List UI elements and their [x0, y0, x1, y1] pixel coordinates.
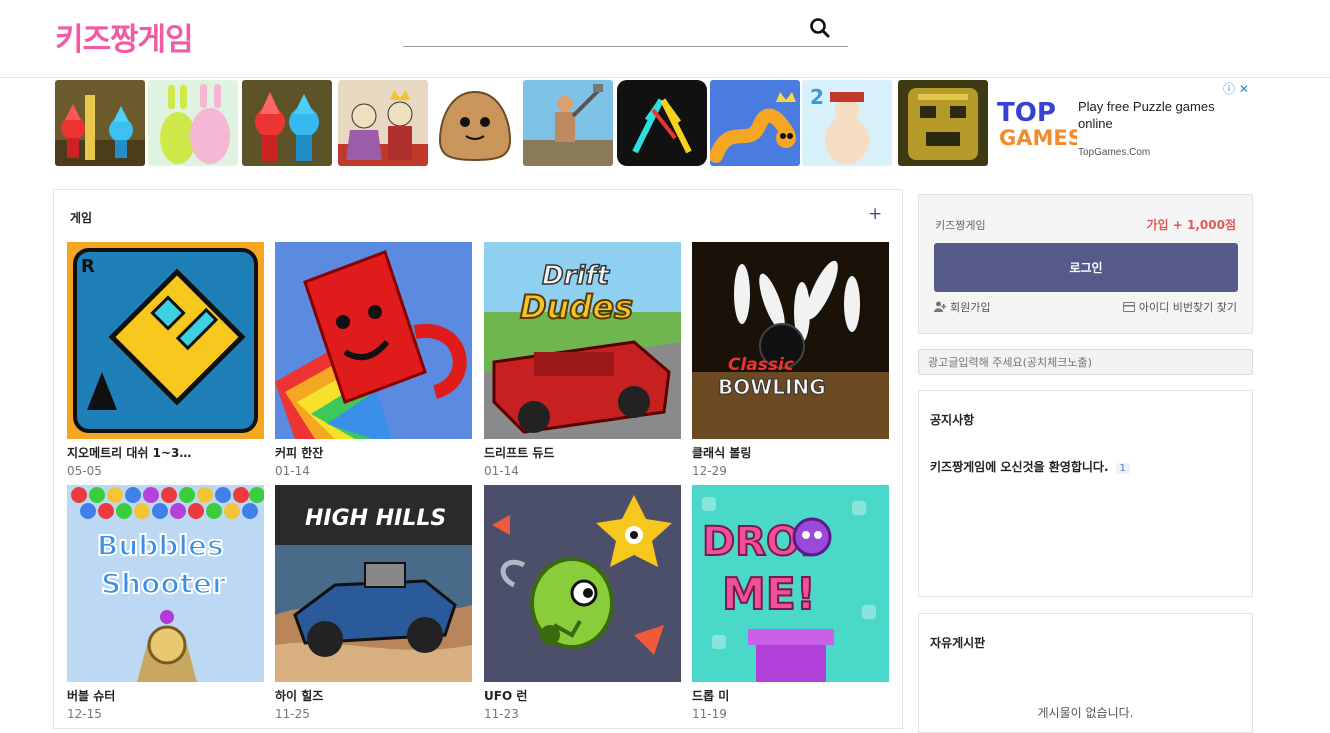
- ad-info-close-icon[interactable]: ⓘ ✕: [1223, 80, 1249, 97]
- login-button[interactable]: 로그인: [934, 243, 1238, 292]
- ad-headline[interactable]: Play free Puzzle games online: [1078, 98, 1248, 132]
- notice-item[interactable]: 키즈짱게임에 오신것을 환영합니다. 1: [930, 458, 1130, 475]
- game-thumbnail-ufo-run[interactable]: [484, 485, 681, 682]
- signup-link[interactable]: 회원가입: [934, 299, 990, 315]
- ad-thumb-draw-2[interactable]: 2: [802, 80, 892, 166]
- game-title[interactable]: UFO 런: [484, 687, 681, 704]
- site-logo[interactable]: 키즈짱게임: [55, 14, 194, 59]
- game-title[interactable]: 지오메트리 대쉬 1~3…: [67, 444, 264, 461]
- search-input[interactable]: [403, 10, 798, 46]
- svg-text:BOWLING: BOWLING: [718, 375, 826, 399]
- game-title[interactable]: 클래식 볼링: [692, 444, 889, 461]
- notice-item-title: 키즈짱게임에 오신것을 환영합니다.: [930, 460, 1109, 474]
- game-card[interactable]: HIGH HILLS 하이 힐즈 11-25: [275, 485, 472, 721]
- ad-text-box: [918, 349, 1253, 375]
- game-date: 11-25: [275, 707, 310, 721]
- search-bar: [403, 10, 848, 47]
- search-icon: [810, 18, 830, 38]
- card-icon: [1122, 301, 1135, 315]
- comment-count-badge: 1: [1115, 463, 1130, 474]
- game-card[interactable]: DROP ME! 드롭 미 11-19: [692, 485, 889, 721]
- games-more-button[interactable]: +: [868, 204, 882, 224]
- game-thumbnail-geometry-dash[interactable]: R: [67, 242, 264, 439]
- game-title[interactable]: 커피 한잔: [275, 444, 472, 461]
- notice-title[interactable]: 공지사항: [930, 411, 974, 428]
- game-thumbnail-high-hills[interactable]: HIGH HILLS: [275, 485, 472, 682]
- game-thumbnail-bubbles-shooter[interactable]: Bubbles Shooter: [67, 485, 264, 682]
- game-card[interactable]: Bubbles Shooter 버블 슈터 12-15: [67, 485, 264, 721]
- games-panel-title: 게임: [70, 211, 93, 225]
- notice-board: 공지사항 키즈짱게임에 오신것을 환영합니다. 1: [918, 390, 1253, 597]
- game-date: 12-29: [692, 464, 727, 478]
- ad-thumb-temple-run[interactable]: [898, 80, 988, 166]
- svg-text:Dudes: Dudes: [520, 288, 633, 326]
- game-card[interactable]: Drift Dudes 드리프트 듀드 01-14: [484, 242, 681, 478]
- ad-thumb-getting-over-it[interactable]: [523, 80, 613, 166]
- game-thumbnail-classic-bowling[interactable]: Classic BOWLING: [692, 242, 889, 439]
- game-thumbnail-coffee-cup[interactable]: [275, 242, 472, 439]
- game-thumbnail-drift-dudes[interactable]: Drift Dudes: [484, 242, 681, 439]
- user-plus-icon: [934, 301, 947, 315]
- free-board-title[interactable]: 자유게시판: [930, 634, 985, 651]
- game-title[interactable]: 드리프트 듀드: [484, 444, 681, 461]
- game-title[interactable]: 하이 힐즈: [275, 687, 472, 704]
- find-account-label: 아이디 비번찾기 찾기: [1138, 301, 1237, 314]
- ad-thumb-stickman[interactable]: [617, 80, 707, 166]
- signup-promo: 가입 + 1,000점: [1146, 218, 1237, 232]
- svg-text:2: 2: [810, 85, 824, 109]
- game-card[interactable]: UFO 런 11-23: [484, 485, 681, 721]
- ad-thumb-fireboy-2[interactable]: [242, 80, 332, 166]
- ad-thumb-pou[interactable]: [430, 80, 520, 166]
- games-panel: 게임 + R 지오메트리 대쉬 1~3… 05-05 커피 한잔 01-14 D…: [53, 189, 903, 729]
- svg-text:Classic: Classic: [728, 355, 794, 375]
- svg-text:ME!: ME!: [722, 569, 816, 620]
- svg-text:Shooter: Shooter: [101, 567, 226, 600]
- game-date: 01-14: [275, 464, 310, 478]
- ad-text-input[interactable]: [919, 350, 1252, 374]
- ad-domain[interactable]: TopGames.Com: [1078, 147, 1150, 158]
- game-date: 01-14: [484, 464, 519, 478]
- free-board: 자유게시판 게시물이 없습니다.: [918, 613, 1253, 733]
- search-button[interactable]: [808, 16, 832, 40]
- game-date: 12-15: [67, 707, 102, 721]
- game-title[interactable]: 버블 슈터: [67, 687, 264, 704]
- login-box: 키즈짱게임 가입 + 1,000점 로그인 회원가입 아이디 비번찾기 찾기: [918, 194, 1253, 334]
- game-card[interactable]: 커피 한잔 01-14: [275, 242, 472, 478]
- game-date: 05-05: [67, 464, 102, 478]
- ad-thumb-snake[interactable]: [710, 80, 800, 166]
- game-thumbnail-drop-me[interactable]: DROP ME!: [692, 485, 889, 682]
- svg-text:GAMES: GAMES: [999, 126, 1077, 150]
- site-header: 키즈짱게임: [0, 0, 1330, 78]
- game-title[interactable]: 드롭 미: [692, 687, 889, 704]
- svg-text:Bubbles: Bubbles: [97, 529, 224, 562]
- find-account-link[interactable]: 아이디 비번찾기 찾기: [1122, 299, 1237, 315]
- game-date: 11-19: [692, 707, 727, 721]
- ad-thumb-stick-king[interactable]: [338, 80, 428, 166]
- topgames-logo[interactable]: TOP GAMES: [995, 94, 1077, 152]
- game-card[interactable]: R 지오메트리 대쉬 1~3… 05-05: [67, 242, 264, 478]
- ad-banner[interactable]: 2 TOP GAMES Play free Puzzle games onlin…: [55, 80, 1255, 166]
- login-site-name: 키즈짱게임: [935, 219, 986, 232]
- free-board-empty-message: 게시물이 없습니다.: [1037, 706, 1134, 720]
- ad-thumb-fireboy-1[interactable]: [55, 80, 145, 166]
- game-date: 11-23: [484, 707, 519, 721]
- signup-label: 회원가입: [950, 301, 991, 314]
- game-card[interactable]: Classic BOWLING 클래식 볼링 12-29: [692, 242, 889, 478]
- svg-text:Drift: Drift: [542, 261, 611, 291]
- svg-text:R: R: [81, 256, 95, 277]
- svg-text:TOP: TOP: [997, 98, 1056, 128]
- svg-text:HIGH HILLS: HIGH HILLS: [305, 506, 446, 531]
- ad-thumb-bunny-man[interactable]: [148, 80, 238, 166]
